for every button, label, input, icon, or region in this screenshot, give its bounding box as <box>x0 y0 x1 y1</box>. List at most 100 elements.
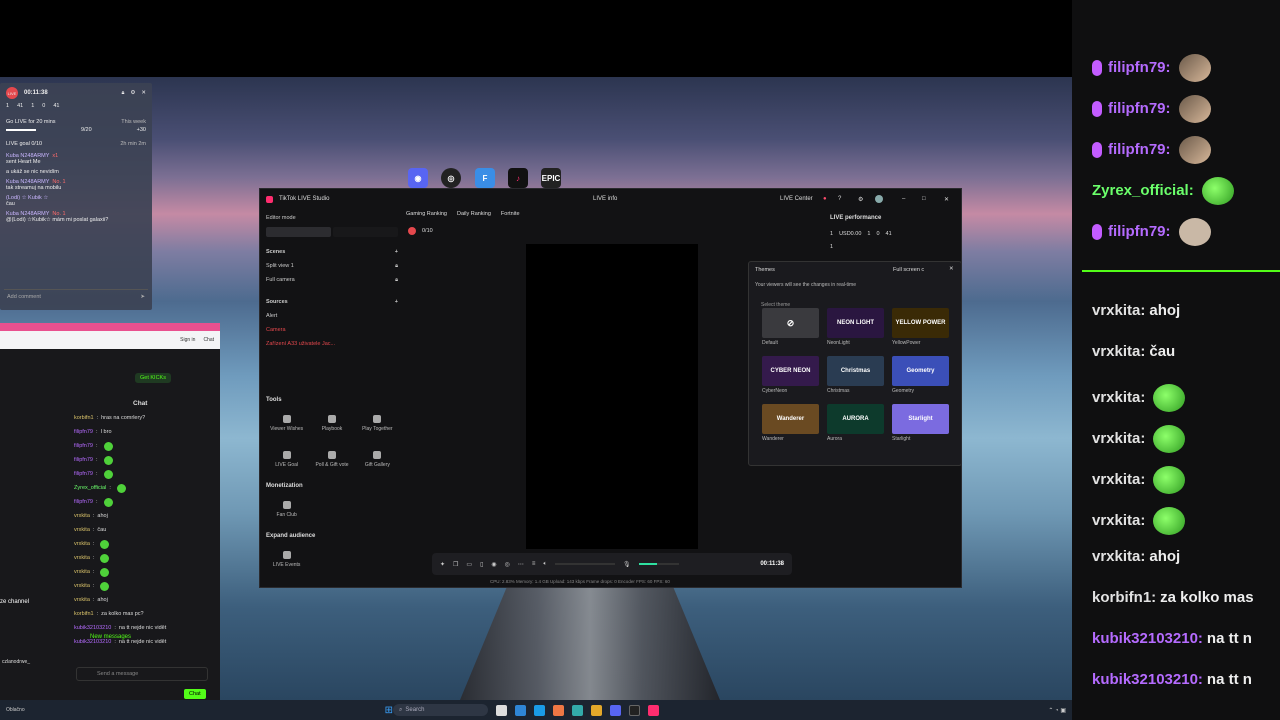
play-together-tool[interactable]: Play Together <box>357 407 398 439</box>
screen-icon[interactable]: ▭ <box>466 561 472 568</box>
theme-option-cyberneon[interactable]: CYBER NEON <box>762 356 819 386</box>
chat-username[interactable]: korbifn1 <box>74 415 94 421</box>
poll-tool[interactable]: Poll & Gift vote <box>311 443 352 475</box>
chat-username[interactable]: kubik32103210 <box>74 625 111 631</box>
send-message-input[interactable]: Send a message <box>76 667 208 681</box>
mail-icon[interactable] <box>515 704 527 716</box>
gear-icon[interactable]: ⚙ <box>858 196 863 203</box>
epic-games-icon[interactable]: EPIC <box>541 168 561 188</box>
chat-username[interactable]: vrxkita <box>74 597 90 603</box>
weather-widget[interactable]: Oblačno <box>6 707 25 713</box>
tab-fortnite[interactable]: Fortnite <box>501 211 520 217</box>
more-icon[interactable]: ⋯ <box>518 561 524 568</box>
chat-username[interactable]: filipfn79 <box>74 443 93 449</box>
tab-gaming-ranking[interactable]: Gaming Ranking <box>406 211 447 217</box>
display-mode-dropdown[interactable]: Full screen c <box>893 267 924 273</box>
magic-icon[interactable]: ✦ <box>440 561 445 568</box>
chat-username[interactable]: vrxkita <box>74 541 90 547</box>
portrait-mode-tab[interactable] <box>266 227 331 237</box>
discord-icon[interactable] <box>610 704 622 716</box>
phone-icon[interactable]: ▯ <box>480 561 483 568</box>
theme-option-christmas[interactable]: Christmas <box>827 356 884 386</box>
task-view-icon[interactable] <box>496 704 508 716</box>
record-icon[interactable]: ◉ <box>491 561 496 568</box>
source-item[interactable]: Camera <box>266 323 398 337</box>
effects-icon[interactable]: ◎ <box>505 561 510 568</box>
landscape-mode-tab[interactable] <box>333 227 398 237</box>
chat-send-button[interactable]: Chat <box>184 689 206 699</box>
live-goal-tool[interactable]: LIVE Goal <box>266 443 307 475</box>
source-item[interactable]: Zařízení A33 uživatele Jac... <box>266 337 398 351</box>
sign-in-button[interactable]: Sign in <box>180 337 195 343</box>
theme-option-aurora[interactable]: AURORA <box>827 404 884 434</box>
explorer-icon[interactable] <box>591 704 603 716</box>
close-icon[interactable]: ✕ <box>141 90 146 96</box>
browser-tab[interactable]: Watch Live on K <box>2 323 38 329</box>
add-scene-icon[interactable]: + <box>395 249 398 255</box>
chat-username[interactable]: vrxkita <box>74 555 90 561</box>
lock-icon[interactable]: 🔒︎ <box>395 263 398 270</box>
finder-icon[interactable]: F <box>475 168 495 188</box>
chat-username[interactable]: filipfn79 <box>74 457 93 463</box>
speaker-icon[interactable]: 🔈︎ <box>543 561 547 568</box>
editor-mode-dropdown[interactable]: Editor mode <box>266 211 398 225</box>
live-events-tool[interactable]: LIVE Events <box>266 543 307 575</box>
settings-icon[interactable]: ⚙ <box>130 90 135 96</box>
theme-option-geometry[interactable]: Geometry <box>892 356 949 386</box>
volume-slider[interactable] <box>555 563 616 565</box>
lock-icon[interactable]: 🔒︎ <box>395 277 398 284</box>
scene-item[interactable]: Split view 1 🔒︎ <box>266 259 398 273</box>
obs-icon[interactable] <box>629 704 641 716</box>
copilot-chat-button[interactable]: Chat <box>203 337 214 343</box>
chat-username[interactable]: vrxkita <box>74 527 90 533</box>
gift-gallery-tool[interactable]: Gift Gallery <box>357 443 398 475</box>
windows-start-icon[interactable]: ⊞ <box>385 705 393 716</box>
avatar[interactable] <box>875 195 883 203</box>
chrome-icon[interactable] <box>553 704 565 716</box>
chat-username[interactable]: filipfn79 <box>74 499 93 505</box>
chat-username[interactable]: filipfn79 <box>74 429 93 435</box>
add-comment-input[interactable]: Add comment <box>7 294 41 300</box>
obs-icon[interactable]: ◎ <box>441 168 461 188</box>
layers-icon[interactable]: ❐ <box>453 561 458 568</box>
tiktok-icon[interactable]: ♪ <box>508 168 528 188</box>
live-info-label[interactable]: LIVE info <box>593 196 617 202</box>
mic-icon[interactable]: 🎙︎ <box>623 561 631 568</box>
send-icon[interactable]: ➤ <box>140 294 145 300</box>
add-source-icon[interactable]: + <box>395 299 398 305</box>
chat-username[interactable]: vrxkita <box>74 569 90 575</box>
edge-icon[interactable] <box>534 704 546 716</box>
live-center-button[interactable]: LIVE Center <box>780 196 813 202</box>
discord-icon[interactable]: ◉ <box>408 168 428 188</box>
theme-option-yellowpower[interactable]: YELLOW POWER <box>892 308 949 338</box>
settings-sliders-icon[interactable]: ≡ <box>532 561 536 567</box>
bell-icon[interactable]: ● <box>823 196 827 202</box>
fan-club-tool[interactable]: Fan Club <box>266 493 307 525</box>
maximize-icon[interactable]: □ <box>922 196 926 202</box>
app-icon[interactable] <box>572 704 584 716</box>
close-icon[interactable]: ✕ <box>944 196 949 203</box>
close-icon[interactable]: ✕ <box>949 266 954 272</box>
help-icon[interactable]: ? <box>838 196 841 202</box>
lock-icon[interactable]: 🔒︎ <box>122 90 125 97</box>
chat-username[interactable]: korbifn1 <box>74 611 94 617</box>
tiktok-icon[interactable] <box>648 704 660 716</box>
theme-option-default[interactable]: ⊘ <box>762 308 819 338</box>
theme-option-wanderer[interactable]: Wanderer <box>762 404 819 434</box>
viewer-wishes-tool[interactable]: Viewer Wishes <box>266 407 307 439</box>
system-tray[interactable]: ⌃ ◔ ▣ <box>1048 707 1066 714</box>
mic-level-slider[interactable] <box>638 563 679 565</box>
playbook-tool[interactable]: Playbook <box>311 407 352 439</box>
source-item[interactable]: Alert <box>266 309 398 323</box>
get-kicks-button[interactable]: Get KICKs <box>135 373 171 383</box>
theme-option-starlight[interactable]: Starlight <box>892 404 949 434</box>
chat-username[interactable]: filipfn79 <box>74 471 93 477</box>
chat-username[interactable]: vrxkita <box>74 583 90 589</box>
taskbar-search[interactable]: ⌕ Search <box>393 704 489 716</box>
tab-daily-ranking[interactable]: Daily Ranking <box>457 211 491 217</box>
chat-username[interactable]: vrxkita <box>74 513 90 519</box>
chat-username[interactable]: Zyrex_official <box>74 485 106 491</box>
theme-option-neonlight[interactable]: NEON LIGHT <box>827 308 884 338</box>
minimize-icon[interactable]: – <box>902 196 905 202</box>
scene-item[interactable]: Full camera 🔒︎ <box>266 273 398 287</box>
